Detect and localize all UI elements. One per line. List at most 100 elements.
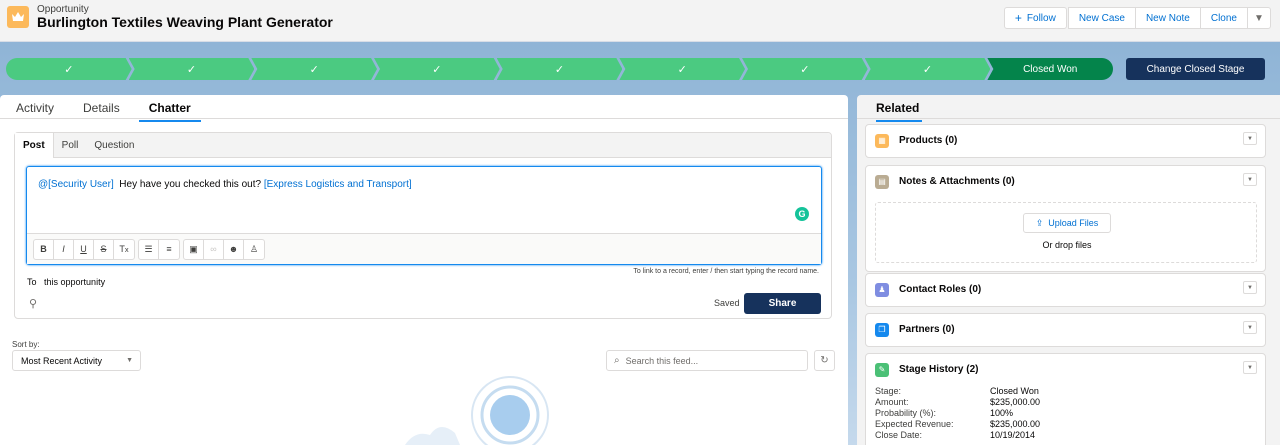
- card-header: ❐ Partners (0) ▼: [866, 314, 1265, 345]
- tab-question[interactable]: Question: [86, 133, 142, 157]
- detail-value: 10/19/2014: [990, 430, 1036, 440]
- clear-format-button[interactable]: Tx: [114, 240, 134, 259]
- refresh-icon: ↻: [820, 355, 829, 366]
- feed-search-input[interactable]: ⌕ Search this feed...: [606, 350, 808, 371]
- new-case-button[interactable]: New Case: [1067, 7, 1136, 29]
- card-menu-button[interactable]: ▼: [1243, 132, 1257, 145]
- new-note-button[interactable]: New Note: [1134, 7, 1201, 29]
- checkmark-icon: ✓: [677, 63, 687, 76]
- strikethrough-button[interactable]: S: [94, 239, 114, 259]
- image-icon[interactable]: ▣: [184, 239, 204, 259]
- contact-roles-card: ♟ Contact Roles (0) ▼: [865, 273, 1266, 307]
- chatter-publisher: Post Poll Question @[Security User] Hey …: [14, 132, 832, 319]
- more-actions-button[interactable]: ▼: [1247, 7, 1271, 29]
- detail-value: 100%: [990, 408, 1014, 418]
- saved-status: Saved: [714, 298, 740, 308]
- detail-row: Amount: $235,000.00: [875, 397, 1040, 408]
- path-step-complete[interactable]: ✓: [619, 58, 745, 80]
- checkmark-icon: ✓: [922, 63, 933, 76]
- user-mention[interactable]: @[Security User]: [38, 179, 114, 190]
- detail-value: $235,000.00: [990, 397, 1041, 407]
- record-link-hint: To link to a record, enter / then start …: [633, 268, 819, 275]
- clone-button[interactable]: Clone: [1199, 7, 1248, 29]
- main-panel: Activity Details Chatter Post Poll Quest…: [0, 95, 848, 445]
- card-menu-button[interactable]: ▼: [1243, 321, 1257, 334]
- post-text[interactable]: @[Security User] Hey have you checked th…: [38, 179, 412, 190]
- path-step-complete[interactable]: ✓: [865, 58, 991, 80]
- products-card: ▦ Products (0) ▼: [865, 124, 1266, 158]
- path-step-complete[interactable]: ✓: [742, 58, 868, 80]
- card-menu-button[interactable]: ▼: [1243, 361, 1257, 374]
- checkmark-icon: ✓: [64, 63, 74, 76]
- detail-label: Stage:: [875, 386, 902, 396]
- record-mention[interactable]: [Express Logistics and Transport]: [264, 179, 412, 190]
- tab-post[interactable]: Post: [15, 133, 54, 158]
- partners-title[interactable]: Partners (0): [899, 324, 955, 335]
- paperclip-icon[interactable]: ⚲: [29, 297, 37, 310]
- insert-group: ▣ ∞ ☻ ♙: [183, 238, 265, 260]
- partners-icon: ❐: [875, 322, 889, 337]
- tab-poll[interactable]: Poll: [54, 133, 87, 157]
- upload-icon: ⇪: [1035, 217, 1044, 228]
- card-menu-button[interactable]: ▼: [1243, 173, 1257, 186]
- path-step-complete[interactable]: ✓: [129, 58, 255, 80]
- contact-roles-title[interactable]: Contact Roles (0): [899, 284, 981, 295]
- path-step-current[interactable]: Closed Won: [987, 58, 1114, 80]
- follow-button[interactable]: + Follow: [1003, 7, 1067, 29]
- refresh-feed-button[interactable]: ↻: [814, 350, 835, 371]
- path-step-complete[interactable]: ✓: [251, 58, 377, 80]
- path-step-complete[interactable]: ✓: [6, 58, 132, 80]
- card-menu-button[interactable]: ▼: [1243, 281, 1257, 294]
- notes-title[interactable]: Notes & Attachments (0): [899, 176, 1015, 187]
- sort-by-label: Sort by:: [12, 340, 40, 349]
- path-step-complete[interactable]: ✓: [497, 58, 623, 80]
- to-value: this opportunity: [44, 277, 106, 287]
- partners-card: ❐ Partners (0) ▼: [865, 313, 1266, 347]
- italic-button[interactable]: I: [54, 239, 74, 259]
- drop-files-text: Or drop files: [1042, 240, 1092, 250]
- related-divider: [857, 118, 1280, 119]
- record-header: Opportunity Burlington Textiles Weaving …: [0, 0, 1280, 42]
- opportunity-crown-icon: [7, 6, 29, 28]
- detail-row: Probability (%): 100%: [875, 408, 1040, 419]
- file-dropzone[interactable]: ⇪ Upload Files Or drop files: [875, 202, 1257, 263]
- numbered-list-icon[interactable]: ≡: [159, 240, 179, 259]
- checkmark-icon: ✓: [309, 63, 319, 76]
- card-header: ▤ Notes & Attachments (0) ▼: [866, 166, 1265, 197]
- related-panel: Related ▦ Products (0) ▼ ▤ Notes & Attac…: [857, 95, 1280, 445]
- chevron-down-icon: ▼: [1254, 12, 1264, 24]
- card-header: ♟ Contact Roles (0) ▼: [866, 274, 1265, 305]
- link-icon[interactable]: ∞: [204, 239, 224, 259]
- stage-history-icon: ✎: [875, 362, 889, 377]
- checkmark-icon: ✓: [800, 63, 810, 76]
- post-editor[interactable]: @[Security User] Hey have you checked th…: [26, 166, 822, 265]
- rich-text-toolbar: B I U S Tx ☰ ≡ ▣ ∞ ☻ ♙: [27, 233, 821, 264]
- detail-value: $235,000.00: [990, 419, 1041, 429]
- empty-feed-illustration: [405, 376, 549, 445]
- mention-user-icon[interactable]: ♙: [244, 240, 264, 259]
- detail-label: Expected Revenue:: [875, 419, 954, 429]
- bulleted-list-icon[interactable]: ☰: [139, 239, 159, 259]
- upload-files-button[interactable]: ⇪ Upload Files: [1023, 213, 1111, 233]
- share-button[interactable]: Share: [744, 293, 821, 314]
- underline-button[interactable]: U: [74, 239, 94, 259]
- detail-label: Probability (%):: [875, 408, 937, 418]
- sort-select[interactable]: Most Recent Activity ▼: [12, 350, 141, 371]
- chevron-down-icon: ▼: [126, 357, 133, 364]
- change-closed-stage-button[interactable]: Change Closed Stage: [1126, 58, 1265, 80]
- to-label: To: [27, 277, 37, 287]
- checkmark-icon: ✓: [186, 63, 197, 76]
- emoji-icon[interactable]: ☻: [224, 239, 244, 259]
- detail-label: Amount:: [875, 397, 909, 407]
- sort-value: Most Recent Activity: [21, 355, 103, 366]
- header-actions: + Follow New Case New Note Clone ▼: [1003, 7, 1271, 29]
- path-step-complete[interactable]: ✓: [374, 58, 500, 80]
- grammarly-icon[interactable]: G: [795, 207, 809, 221]
- detail-label: Close Date:: [875, 430, 923, 440]
- products-title[interactable]: Products (0): [899, 135, 957, 146]
- detail-row: Close Date: 10/19/2014: [875, 430, 1040, 441]
- follow-label: Follow: [1026, 12, 1056, 24]
- bold-button[interactable]: B: [34, 239, 54, 259]
- stage-history-title[interactable]: Stage History (2): [899, 364, 978, 375]
- record-title: Burlington Textiles Weaving Plant Genera…: [37, 14, 333, 30]
